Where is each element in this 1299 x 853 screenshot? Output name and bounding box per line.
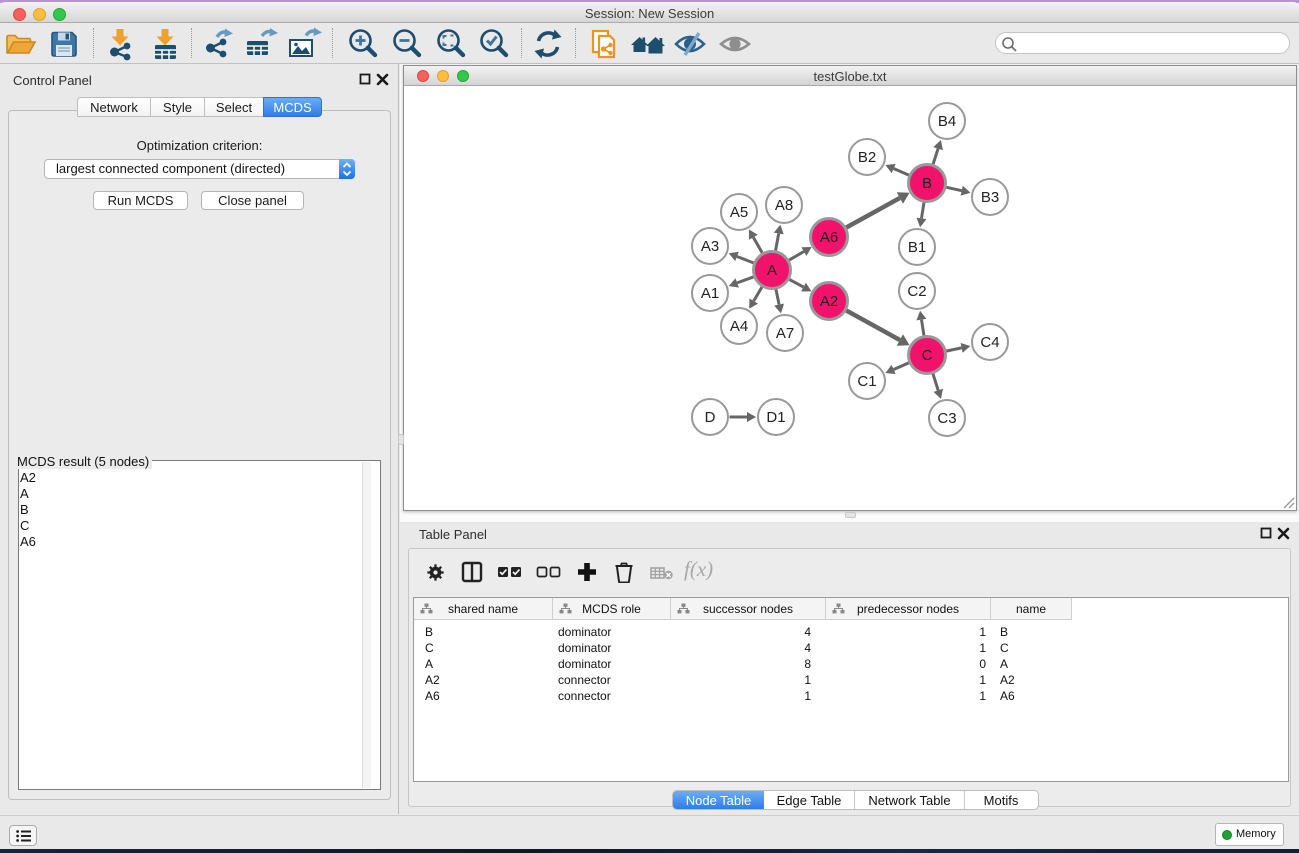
svg-text:D: D — [705, 409, 716, 426]
svg-text:A1: A1 — [701, 285, 719, 302]
svg-text:A8: A8 — [775, 197, 793, 214]
svg-text:A6: A6 — [820, 229, 838, 246]
svg-text:B2: B2 — [858, 149, 876, 166]
svg-text:A4: A4 — [730, 318, 748, 335]
svg-text:C3: C3 — [937, 410, 956, 427]
svg-text:A5: A5 — [730, 204, 748, 221]
svg-text:C: C — [922, 347, 933, 364]
svg-text:B: B — [922, 175, 932, 192]
svg-text:B3: B3 — [981, 189, 999, 206]
svg-text:C2: C2 — [907, 283, 926, 300]
svg-text:D1: D1 — [766, 409, 785, 426]
svg-text:A2: A2 — [820, 293, 838, 310]
svg-text:B1: B1 — [908, 239, 926, 256]
svg-text:B4: B4 — [938, 113, 956, 130]
svg-text:A3: A3 — [701, 238, 719, 255]
svg-text:A7: A7 — [776, 325, 794, 342]
svg-text:A: A — [767, 262, 777, 279]
svg-text:C1: C1 — [857, 373, 876, 390]
svg-text:C4: C4 — [980, 334, 999, 351]
